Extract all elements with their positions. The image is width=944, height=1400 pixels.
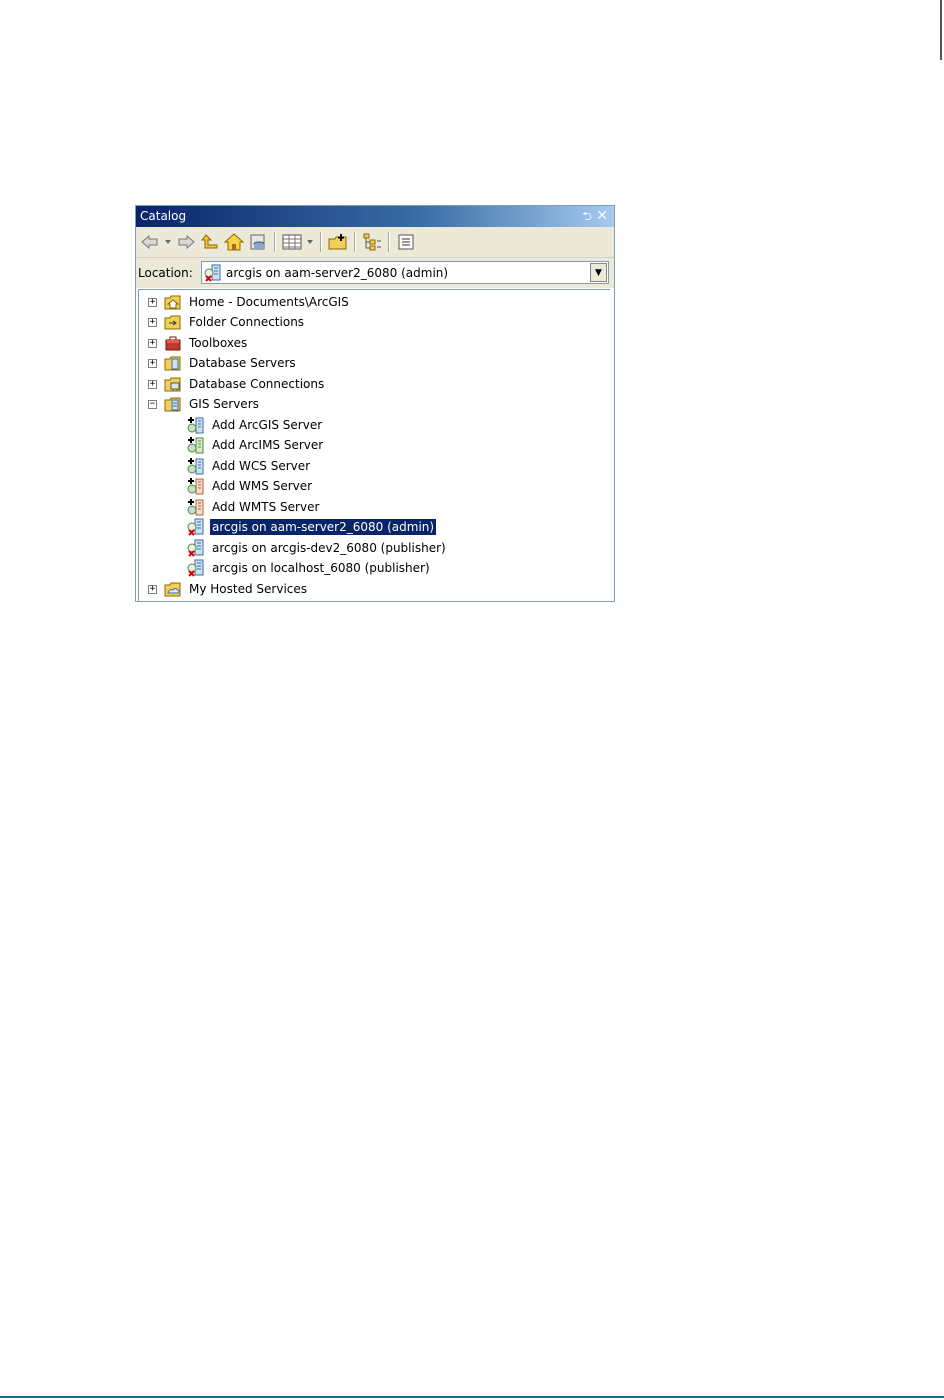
views-dropdown-icon[interactable] [305,231,315,253]
toolbar-separator [274,232,276,252]
pin-icon[interactable]: ⮌ [582,206,592,226]
tree-item-database-connections[interactable]: + Database Connections [148,374,326,394]
gis-server-icon [164,395,182,413]
catalog-toolbar [136,227,614,258]
expand-icon[interactable]: + [148,358,157,368]
back-dropdown-icon[interactable] [163,231,173,253]
up-one-level-icon[interactable] [199,231,221,253]
catalog-tree: + Home - Documents\ArcGIS + Folder Conne… [138,289,610,601]
toolbar-separator [320,232,322,252]
tree-item-server-localhost[interactable]: arcgis on localhost_6080 (publisher) [187,558,432,578]
tree-item-label: Database Servers [189,356,296,370]
tree-item-label: Add WMTS Server [212,500,320,514]
expand-icon[interactable]: + [148,338,157,348]
tree-item-label: Folder Connections [189,315,305,329]
tree-item-label: Toolboxes [189,336,248,350]
database-server-icon [164,354,182,372]
tree-item-server-arcgis-dev2[interactable]: arcgis on arcgis-dev2_6080 (publisher) [187,538,448,558]
tree-item-database-servers[interactable]: + Database Servers [148,353,298,373]
tree-item-my-hosted-services[interactable]: + My Hosted Services [148,579,309,599]
database-connection-icon [164,375,182,393]
server-disconnected-icon [204,264,222,282]
tree-item-label: Add ArcGIS Server [212,418,323,432]
tree-item-label: Add ArcIMS Server [212,438,324,452]
home-folder-icon [164,293,182,311]
add-server-icon [187,498,205,516]
chevron-down-icon[interactable]: ▼ [590,263,607,282]
hosted-services-icon [164,580,182,598]
tree-item-folder-connections[interactable]: + Folder Connections [148,312,306,332]
tree-item-label: Add WMS Server [212,479,313,493]
server-disconnected-icon [187,518,205,536]
tree-item-label: arcgis on aam-server2_6080 (admin) [208,518,438,536]
tree-item-server-aam-server2[interactable]: arcgis on aam-server2_6080 (admin) [187,517,438,537]
catalog-titlebar: Catalog ⮌ ✕ [136,206,614,227]
home-icon[interactable] [223,231,245,253]
tree-item-add-arcims-server[interactable]: Add ArcIMS Server [187,435,325,455]
expand-icon[interactable]: + [148,379,157,389]
folder-connection-icon [164,313,182,331]
page-bottom-rule [0,1396,944,1398]
add-server-icon [187,416,205,434]
location-bar: Location: arcgis on aam-server2_6080 (ad… [136,258,614,288]
tree-item-add-wms-server[interactable]: Add WMS Server [187,476,314,496]
location-label: Location: [138,266,193,280]
forward-icon[interactable] [175,231,197,253]
tree-item-label: Add WCS Server [212,459,311,473]
tree-item-label: Database Connections [189,377,325,391]
tree-item-add-arcgis-server[interactable]: Add ArcGIS Server [187,415,324,435]
expand-icon[interactable]: + [148,297,157,307]
add-server-icon [187,457,205,475]
tree-item-label: arcgis on localhost_6080 (publisher) [212,561,430,575]
expand-icon[interactable]: + [148,584,157,594]
toolbar-separator [388,232,390,252]
expand-icon[interactable]: + [148,317,157,327]
tree-item-toolboxes[interactable]: + Toolboxes [148,333,249,353]
tree-item-add-wcs-server[interactable]: Add WCS Server [187,456,312,476]
tree-item-home[interactable]: + Home - Documents\ArcGIS [148,292,351,312]
add-server-icon [187,477,205,495]
close-icon[interactable]: ✕ [596,206,608,226]
back-icon[interactable] [139,231,161,253]
tree-item-gis-servers[interactable]: − GIS Servers [148,394,261,414]
tree-item-label: GIS Servers [189,397,259,411]
options-icon[interactable] [395,231,417,253]
tree-item-add-wmts-server[interactable]: Add WMTS Server [187,497,321,517]
location-combobox[interactable]: arcgis on aam-server2_6080 (admin) ▼ [201,261,609,284]
tree-item-label: My Hosted Services [189,582,308,596]
catalog-window: Catalog ⮌ ✕ Location: arcgis on aam-serv… [135,205,615,602]
toolbar-separator [354,232,356,252]
location-value: arcgis on aam-server2_6080 (admin) [226,265,449,280]
connect-to-folder-icon[interactable] [327,231,349,253]
default-geodatabase-icon[interactable] [247,231,269,253]
collapse-icon[interactable]: − [148,399,157,409]
views-icon[interactable] [281,231,303,253]
server-disconnected-icon [187,559,205,577]
catalog-title: Catalog [140,209,187,223]
server-disconnected-icon [187,539,205,557]
add-server-icon [187,436,205,454]
page-edge-rule [940,0,942,60]
tree-item-label: Home - Documents\ArcGIS [189,295,349,309]
tree-item-label: arcgis on arcgis-dev2_6080 (publisher) [212,541,446,555]
toggle-contents-panel-icon[interactable] [361,231,383,253]
toolbox-icon [164,334,182,352]
